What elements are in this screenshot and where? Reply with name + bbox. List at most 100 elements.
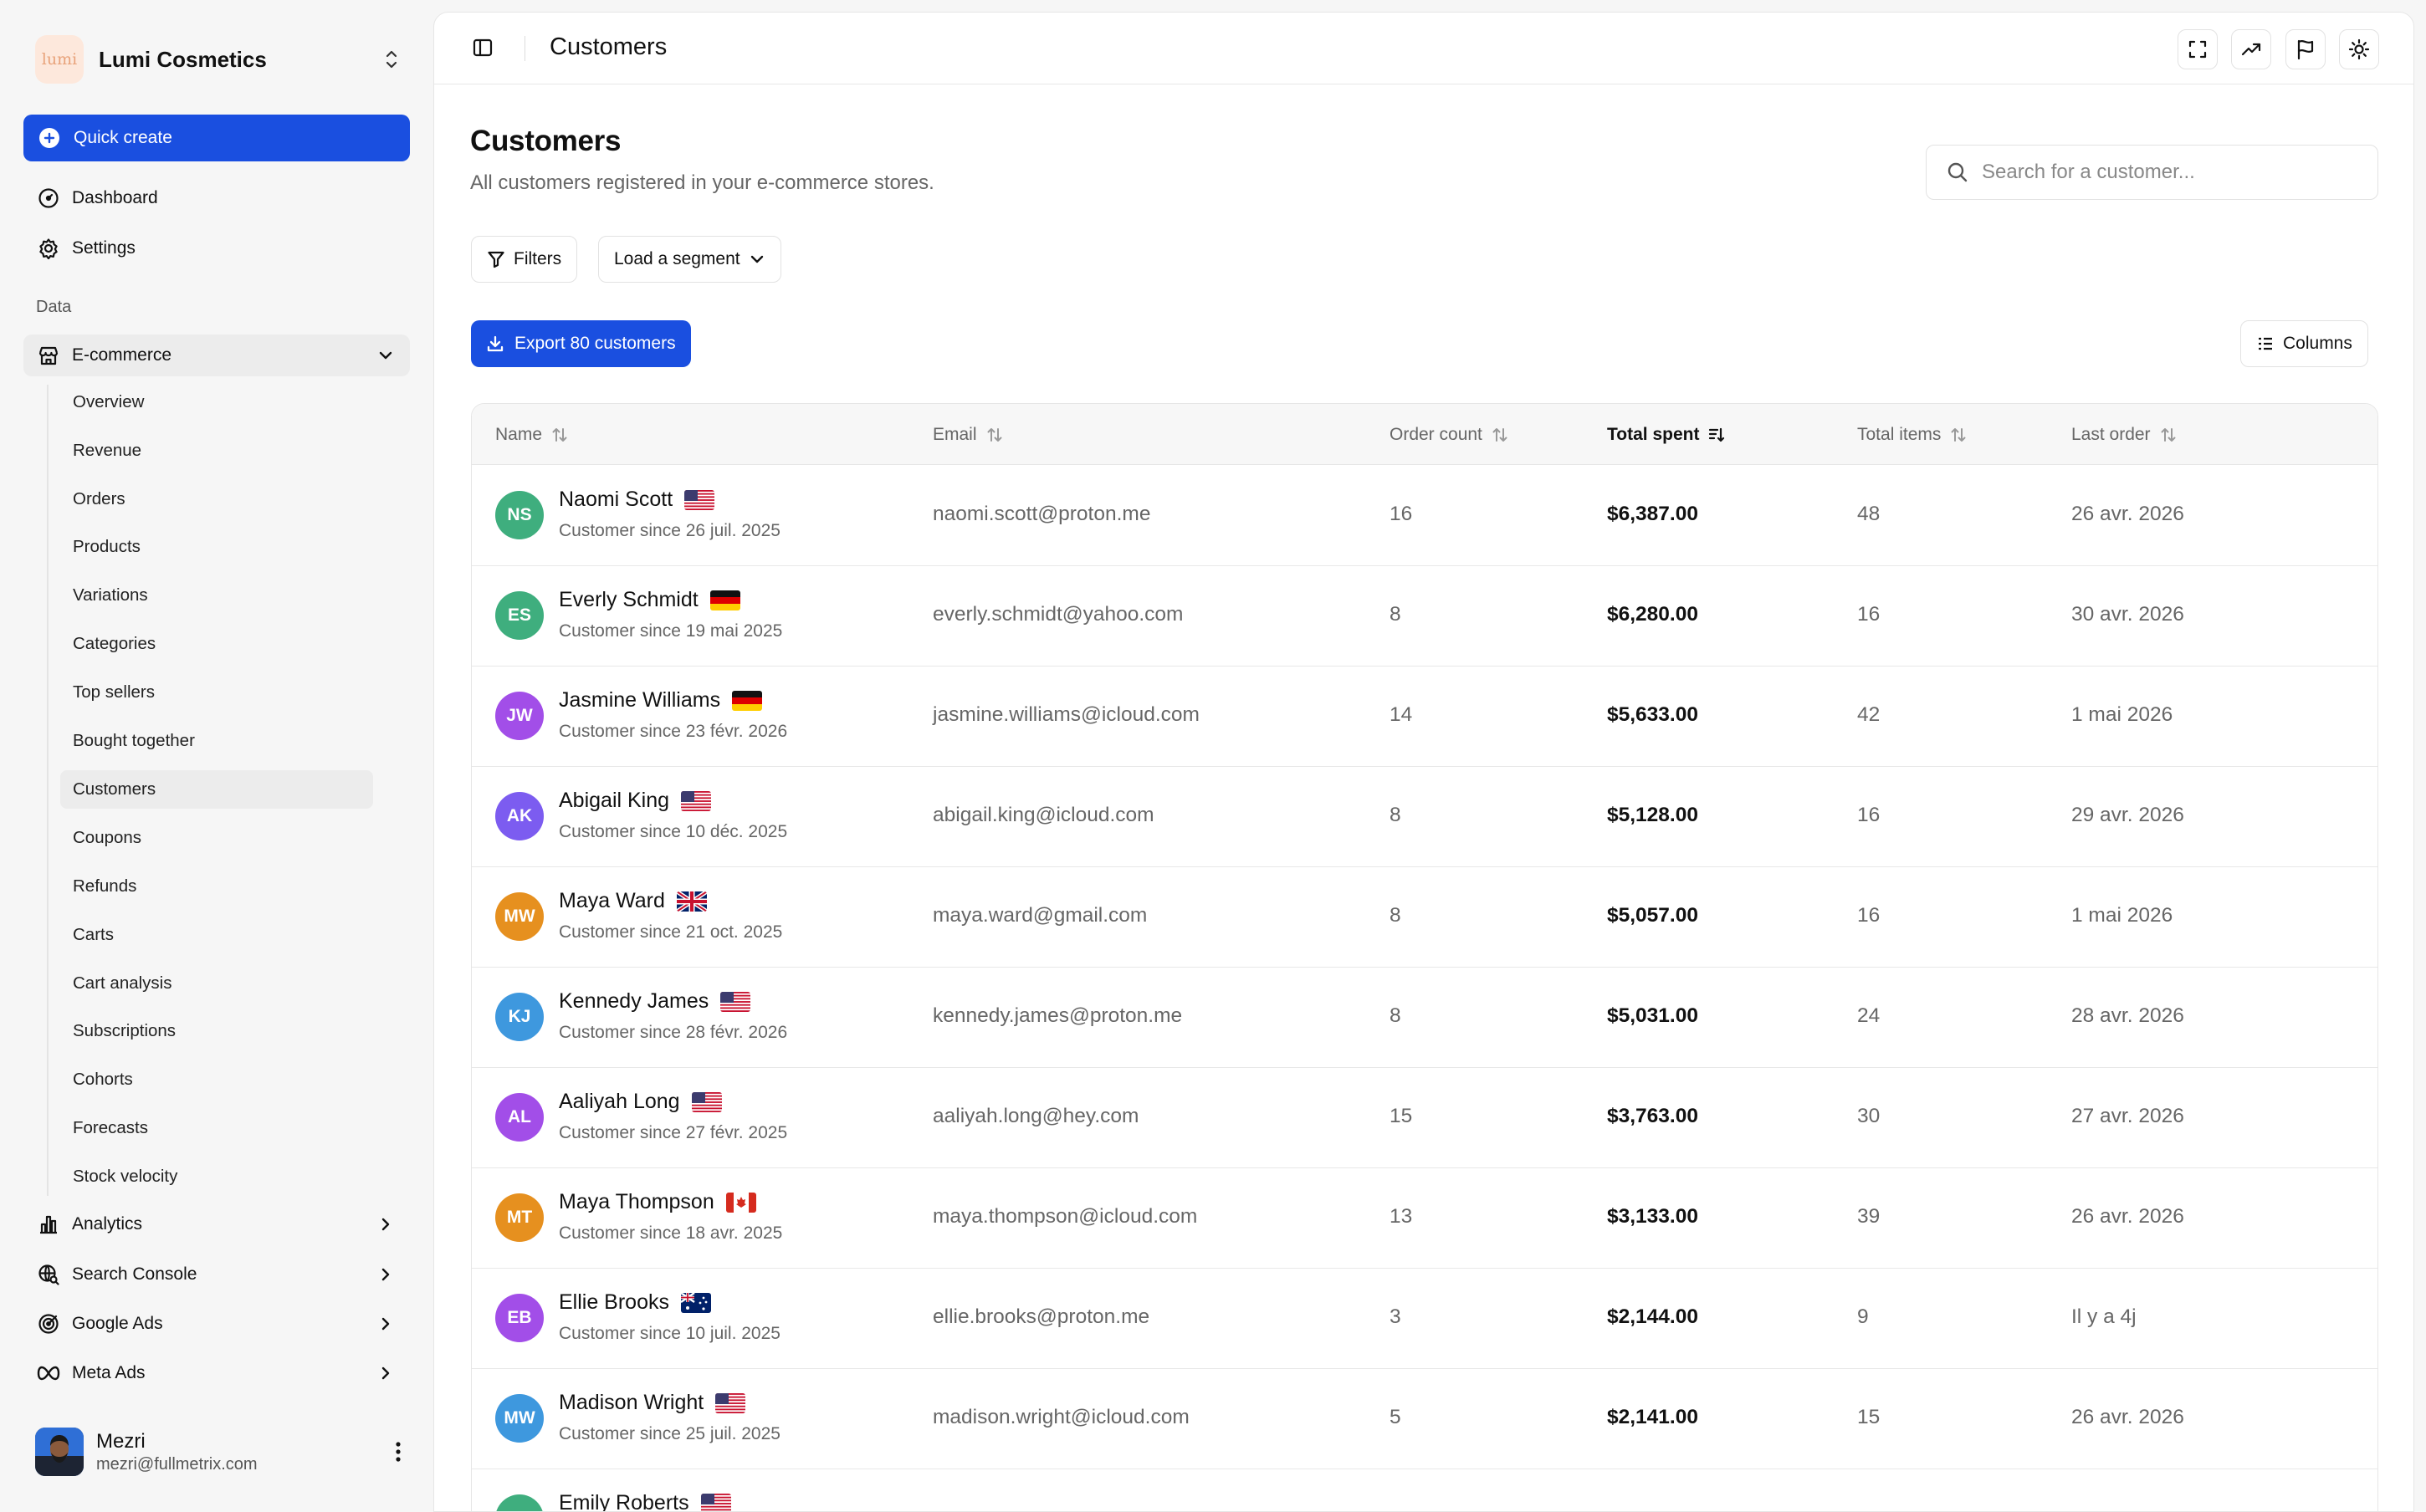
flag-icon [2297,39,2314,60]
page-title: Customers [470,125,622,157]
sidebar-subitem-customers[interactable]: Customers [60,770,373,809]
customer-name[interactable]: Emily Roberts [559,1491,689,1511]
order-count: 8 [1390,804,1401,826]
columns-icon [2259,337,2272,350]
sidebar-subitem-cart-analysis[interactable]: Cart analysis [60,964,373,1003]
plus-circle-icon [39,128,59,148]
customer-name[interactable]: Kennedy James [559,989,709,1014]
customer-name-cell: Ellie Brooks [559,1290,711,1315]
customer-search[interactable] [1926,145,2378,200]
table-row[interactable]: MW Maya Ward Customer since 21 oct. 2025 ma… [472,867,2377,968]
chevron-right-icon [376,1315,395,1333]
total-items: 16 [1857,804,1881,826]
flag-us-icon [715,1392,746,1413]
customer-name[interactable]: Aaliyah Long [559,1090,680,1114]
table-row[interactable]: ER Emily Roberts [472,1469,2377,1511]
table-row[interactable]: MT Maya Thompson Customer since 18 avr. 20… [472,1168,2377,1269]
last-order: 26 avr. 2026 [2071,503,2184,525]
column-header-total-items[interactable]: Total items [1857,404,1968,465]
sidebar-subitem-products[interactable]: Products [60,528,373,566]
sidebar-subitem-stock-velocity[interactable]: Stock velocity [60,1157,373,1196]
sidebar-item-dashboard[interactable]: Dashboard [23,177,410,219]
topbar-title: Customers [550,33,668,60]
customer-name[interactable]: Naomi Scott [559,488,673,512]
page-subtitle: All customers registered in your e-comme… [470,171,934,194]
more-vertical-icon[interactable] [395,1441,402,1463]
column-header-email[interactable]: Email [933,404,1004,465]
customer-name[interactable]: Abigail King [559,789,669,813]
theme-toggle-button[interactable] [2339,29,2379,69]
infinity-icon [37,1361,60,1385]
segment-label: Load a segment [614,249,740,268]
sidebar-subitem-carts[interactable]: Carts [60,916,373,954]
customer-name[interactable]: Jasmine Williams [559,688,720,713]
customer-name-cell: Everly Schmidt [559,588,740,612]
filters-button[interactable]: Filters [471,236,578,283]
customer-name[interactable]: Madison Wright [559,1391,704,1415]
sidebar-item-google-ads[interactable]: Google Ads [23,1303,410,1345]
column-header-last-order[interactable]: Last order [2071,404,2178,465]
customer-since: Customer since 26 juil. 2025 [559,521,781,540]
sidebar-item-search-console[interactable]: Search Console [23,1254,410,1295]
column-header-total-spent[interactable]: Total spent [1607,404,1726,465]
trends-button[interactable] [2231,29,2271,69]
table-row[interactable]: KJ Kennedy James Customer since 28 févr. 2… [472,968,2377,1068]
table-row[interactable]: ES Everly Schmidt Customer since 19 mai 20… [472,566,2377,667]
customers-table: Name Email Order count Total spent Total… [471,403,2378,1511]
customer-name-cell: Kennedy James [559,989,751,1014]
load-segment-dropdown[interactable]: Load a segment [598,236,781,283]
customer-name[interactable]: Ellie Brooks [559,1290,669,1315]
sidebar-subitem-orders[interactable]: Orders [60,480,373,518]
sidebar-subitem-top-sellers[interactable]: Top sellers [60,673,373,712]
table-row[interactable]: JW Jasmine Williams Customer since 23 févr… [472,667,2377,767]
customer-name[interactable]: Maya Thompson [559,1190,714,1214]
sidebar-subitem-bought-together[interactable]: Bought together [60,722,373,760]
quick-create-button[interactable]: Quick create [23,115,410,161]
sidebar-subitem-forecasts[interactable]: Forecasts [60,1109,373,1147]
table-row[interactable]: NS Naomi Scott Customer since 26 juil. 202… [472,466,2377,566]
column-header-order-count[interactable]: Order count [1390,404,1509,465]
sidebar-subitem-overview[interactable]: Overview [60,383,373,421]
table-row[interactable]: AL Aaliyah Long Customer since 27 févr. 20… [472,1068,2377,1168]
customer-avatar: MW [495,892,544,941]
fullscreen-button[interactable] [2178,29,2218,69]
sidebar-subitem-variations[interactable]: Variations [60,576,373,615]
customer-name[interactable]: Maya Ward [559,889,665,913]
table-row[interactable]: MW Madison Wright Customer since 25 juil. … [472,1369,2377,1469]
last-order: 30 avr. 2026 [2071,603,2184,626]
customer-email: kennedy.james@proton.me [933,1004,1183,1027]
table-header: Name Email Order count Total spent Total… [472,404,2377,465]
sidebar-subitem-coupons[interactable]: Coupons [60,819,373,857]
sidebar-subitem-categories[interactable]: Categories [60,625,373,663]
sidebar-subitem-revenue[interactable]: Revenue [60,432,373,470]
sidebar-subitem-cohorts[interactable]: Cohorts [60,1060,373,1099]
download-icon [487,335,504,352]
flag-button[interactable] [2285,29,2326,69]
customer-name[interactable]: Everly Schmidt [559,588,699,612]
sidebar-item-meta-ads[interactable]: Meta Ads [23,1352,410,1394]
columns-button[interactable]: Columns [2240,320,2368,367]
filter-icon [488,251,504,268]
sidebar-subitem-refunds[interactable]: Refunds [60,867,373,906]
column-header-name[interactable]: Name [495,404,569,465]
sort-icon [987,427,1002,442]
sidebar-toggle-icon[interactable] [471,36,494,59]
user-menu[interactable]: Mezri mezri@fullmetrix.com [35,1426,412,1478]
table-row[interactable]: EB Ellie Brooks Customer since 10 juil. 20… [472,1269,2377,1369]
sidebar-item-settings[interactable]: Settings [23,227,410,269]
customer-email: maya.ward@gmail.com [933,904,1148,927]
store-switcher[interactable]: lumi Lumi Cosmetics [35,35,412,84]
customer-email: maya.thompson@icloud.com [933,1205,1198,1228]
total-items: 30 [1857,1105,1881,1127]
total-spent: $6,387.00 [1607,503,1698,525]
export-customers-button[interactable]: Export 80 customers [471,320,691,367]
customer-since: Customer since 19 mai 2025 [559,621,783,641]
sidebar-subitem-subscriptions[interactable]: Subscriptions [60,1012,373,1050]
sidebar-item-ecommerce[interactable]: E-commerce [23,335,410,376]
search-input[interactable] [1982,161,2350,184]
column-label: Name [495,424,543,444]
chevrons-up-down-icon[interactable] [381,49,402,70]
sidebar-item-label: Meta Ads [72,1363,146,1382]
table-row[interactable]: AK Abigail King Customer since 10 déc. 202… [472,767,2377,867]
sidebar-item-analytics[interactable]: Analytics [23,1203,410,1245]
